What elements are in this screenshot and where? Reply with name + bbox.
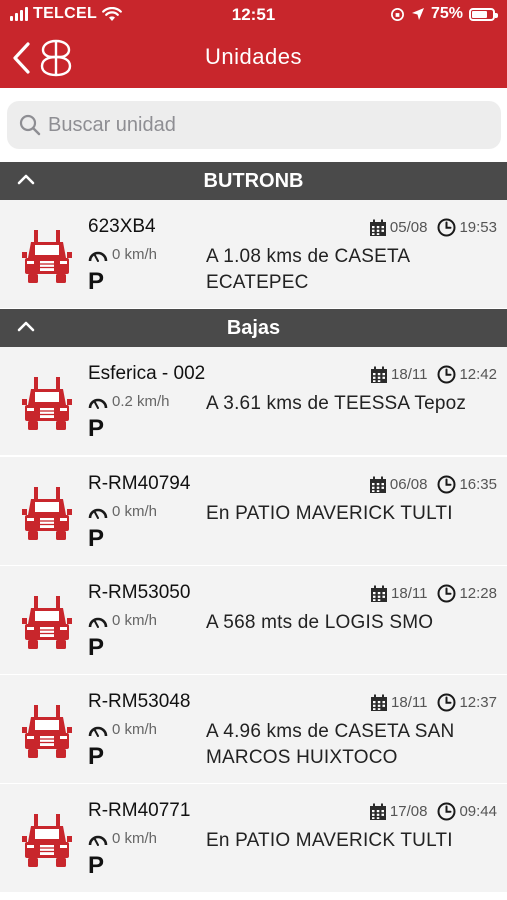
truck-icon <box>22 705 72 758</box>
report-time: 12:42 <box>459 366 497 383</box>
unit-location: A 568 mts de LOGIS SMO <box>206 612 434 633</box>
location-arrow-icon <box>411 8 424 20</box>
speed-value: 0 km/h <box>112 246 158 263</box>
calendar-icon <box>371 694 388 711</box>
unit-name: R-RM40771 <box>88 800 191 821</box>
search-field[interactable] <box>7 101 501 149</box>
unit-name: Esferica - 002 <box>88 363 206 384</box>
report-time: 12:37 <box>459 694 497 711</box>
search-input[interactable] <box>48 113 468 137</box>
nav-bar: Unidades <box>0 30 507 88</box>
unit-speed: 0 km/h <box>88 246 157 263</box>
unit-name: R-RM40794 <box>88 473 191 494</box>
status-bar-right: 75% <box>390 5 498 23</box>
status-bar: TELCEL 12:51 75% <box>0 0 507 30</box>
speedometer-icon <box>88 508 108 519</box>
calendar-icon <box>369 803 386 820</box>
last-report-timestamp: 18/11 12:37 <box>370 693 497 712</box>
search-bar <box>0 88 507 162</box>
status-indicator: P <box>88 634 105 661</box>
clock-icon <box>437 475 456 494</box>
last-report-timestamp: 06/08 16:35 <box>369 475 497 494</box>
speedometer-icon <box>88 398 108 409</box>
unit-row[interactable]: Esferica - 002 18/11 12:42 0.2 km/h P A 3.61 … <box>0 347 507 455</box>
unit-row[interactable]: 623XB4 05/08 19:53 0 km/h P A 1.08 kms de CAS… <box>0 200 507 308</box>
unit-name: R-RM53050 <box>88 582 191 603</box>
last-report-timestamp: 05/08 19:53 <box>369 218 497 237</box>
speedometer-icon <box>88 251 108 262</box>
speedometer-icon <box>88 617 108 628</box>
speedometer-icon <box>88 835 108 846</box>
status-indicator: P <box>88 525 105 552</box>
report-time: 16:35 <box>459 476 497 493</box>
speed-value: 0 km/h <box>112 612 158 629</box>
calendar-icon <box>371 366 388 383</box>
clock-icon <box>437 584 456 603</box>
unit-location: A 3.61 kms de TEESSA Tepoz <box>206 393 467 414</box>
group-title: Bajas <box>226 317 281 339</box>
unit-name: 623XB4 <box>88 216 156 237</box>
unit-name: R-RM53048 <box>88 691 191 712</box>
last-report-timestamp: 17/08 09:44 <box>369 802 497 821</box>
clock-icon <box>437 218 456 237</box>
app-header: TELCEL 12:51 75% Unidades <box>0 0 507 88</box>
unit-speed: 0 km/h <box>88 721 157 738</box>
report-time: 12:28 <box>459 585 497 602</box>
page-title: Unidades <box>205 44 302 69</box>
truck-icon <box>22 377 72 430</box>
calendar-icon <box>371 585 388 602</box>
unit-speed: 0 km/h <box>88 612 157 629</box>
unit-location: En PATIO MAVERICK TULTI <box>206 830 453 851</box>
battery-percent: 75% <box>430 5 463 22</box>
truck-icon <box>22 487 72 540</box>
report-time: 19:53 <box>459 219 497 236</box>
search-icon <box>19 114 41 136</box>
report-date: 05/08 <box>389 219 428 236</box>
speed-value: 0.2 km/h <box>112 393 170 410</box>
unit-speed: 0 km/h <box>88 503 157 520</box>
unit-row[interactable]: R-RM53050 18/11 12:28 0 km/h P A 568 mts de L… <box>0 566 507 674</box>
last-report-timestamp: 18/11 12:28 <box>370 584 497 603</box>
truck-icon <box>22 230 72 283</box>
clock-icon <box>437 365 456 384</box>
status-indicator: P <box>88 743 105 770</box>
group-header-bajas[interactable]: Bajas <box>0 309 507 347</box>
status-indicator: P <box>88 415 105 442</box>
last-report-timestamp: 18/11 12:42 <box>370 365 497 384</box>
unit-location: A 4.96 kms de CASETA SAN MARCOS HUIXTOCO <box>206 721 455 768</box>
speed-value: 0 km/h <box>112 830 158 847</box>
truck-icon <box>22 596 72 649</box>
clock-icon <box>437 693 456 712</box>
speed-value: 0 km/h <box>112 503 158 520</box>
report-date: 18/11 <box>391 585 428 602</box>
unit-location: A 1.08 kms de CASETA ECATEPEC <box>206 246 410 293</box>
report-date: 18/11 <box>391 694 428 711</box>
unit-row[interactable]: R-RM40771 17/08 09:44 0 km/h P En PATIO MAVER… <box>0 784 507 892</box>
status-indicator: P <box>88 268 105 295</box>
unit-row[interactable]: R-RM53048 18/11 12:37 0 km/h P A 4.96 kms de … <box>0 675 507 783</box>
calendar-icon <box>369 219 386 236</box>
report-date: 17/08 <box>389 803 428 820</box>
report-date: 18/11 <box>391 366 428 383</box>
speed-value: 0 km/h <box>112 721 158 738</box>
speedometer-icon <box>88 726 108 737</box>
group-header-butronb[interactable]: BUTRONB <box>0 162 507 200</box>
truck-icon <box>22 814 72 867</box>
report-time: 09:44 <box>459 803 497 820</box>
battery-icon <box>469 7 498 21</box>
clock-icon <box>437 802 456 821</box>
orientation-lock-icon <box>391 7 404 21</box>
calendar-icon <box>369 476 386 493</box>
unit-speed: 0.2 km/h <box>88 393 170 410</box>
group-title: BUTRONB <box>203 170 304 192</box>
status-indicator: P <box>88 852 105 879</box>
unit-row[interactable]: R-RM40794 06/08 16:35 0 km/h P En PATIO MAVER… <box>0 457 507 565</box>
unit-location: En PATIO MAVERICK TULTI <box>206 503 453 524</box>
unit-speed: 0 km/h <box>88 830 157 847</box>
report-date: 06/08 <box>389 476 428 493</box>
